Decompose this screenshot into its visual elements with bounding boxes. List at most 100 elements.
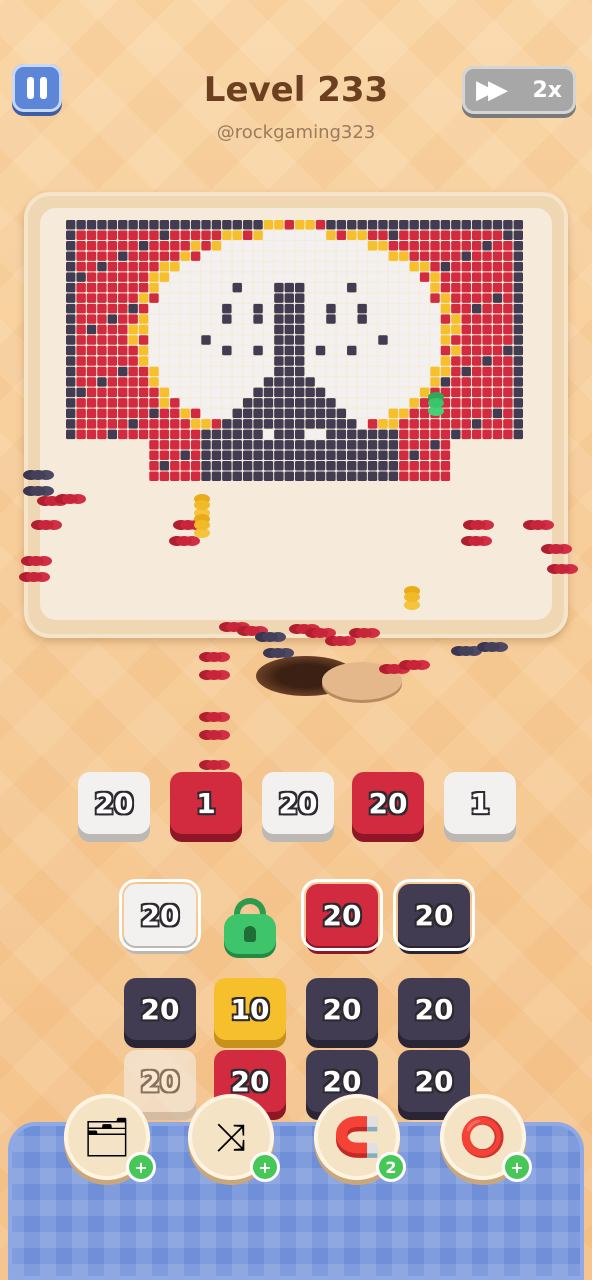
mosaic-pixel: [180, 220, 190, 230]
queue-tile[interactable]: 1: [170, 772, 242, 834]
mosaic-pixel: [461, 408, 471, 419]
queue-tile[interactable]: 20: [262, 772, 334, 834]
mosaic-pixel: [149, 387, 159, 398]
mosaic-pixel: [430, 387, 440, 398]
mosaic-pixel: [357, 324, 367, 335]
mosaic-pixel: [409, 408, 419, 419]
mosaic-pixel: [149, 314, 159, 324]
mosaic-pixel: [170, 408, 180, 419]
mosaic-pixel: [461, 303, 471, 314]
grid-tile[interactable]: 20: [393, 879, 475, 951]
mosaic-pixel: [409, 251, 419, 261]
mosaic-pixel: [399, 356, 409, 366]
mosaic-pixel: [274, 461, 284, 471]
mosaic-pixel: [419, 272, 430, 282]
speed-button[interactable]: ▶▶ 2x: [462, 66, 576, 114]
mosaic-pixel: [128, 356, 138, 366]
grid-tile[interactable]: 10: [214, 978, 286, 1040]
mosaic-pixel: [128, 345, 138, 356]
mosaic-pixel: [305, 230, 315, 240]
queue-tile[interactable]: 1: [444, 772, 516, 834]
mosaic-pixel: [347, 366, 357, 377]
mosaic-pixel: [107, 251, 118, 261]
mosaic-pixel: [315, 345, 326, 356]
grid-tile[interactable]: 20: [124, 1050, 196, 1112]
mosaic-pixel: [513, 429, 523, 440]
mosaic-pixel: [128, 220, 138, 230]
mosaic-pixel: [388, 314, 399, 324]
mosaic-pixel: [232, 450, 242, 461]
locked-slot[interactable]: [222, 898, 278, 954]
mosaic-pixel: [451, 314, 461, 324]
mosaic-pixel: [492, 408, 503, 419]
mosaic-pixel: [419, 461, 430, 471]
mosaic-pixel: [430, 314, 440, 324]
mosaic-pixel: [211, 303, 222, 314]
mosaic-pixel: [471, 408, 482, 419]
grid-tile[interactable]: 20: [306, 978, 378, 1040]
grid-tile[interactable]: 20: [119, 879, 201, 951]
mosaic-pixel: [305, 220, 315, 230]
mosaic-pixel: [107, 356, 118, 366]
mosaic-pixel: [222, 272, 232, 282]
mosaic-pixel: [367, 335, 378, 345]
dark-ant: [262, 632, 278, 642]
queue-tile[interactable]: 20: [352, 772, 424, 834]
mosaic-pixel: [76, 324, 86, 335]
red-ant: [296, 624, 312, 634]
mosaic-pixel: [503, 366, 513, 377]
mosaic-pixel: [159, 471, 170, 481]
grid-tile[interactable]: 20: [124, 978, 196, 1040]
queue-tile[interactable]: 20: [78, 772, 150, 834]
mosaic-pixel: [315, 293, 326, 303]
grid-tile[interactable]: 20: [301, 879, 383, 951]
mosaic-pixel: [190, 282, 201, 293]
mosaic-pixel: [513, 408, 523, 419]
red-ant: [176, 536, 192, 546]
red-ant: [206, 760, 222, 770]
dark-ant: [30, 486, 46, 496]
mosaic-pixel: [138, 356, 149, 366]
mosaic-pixel: [399, 408, 409, 419]
mosaic-pixel: [242, 387, 253, 398]
mosaic-pixel: [409, 303, 419, 314]
grid-tile[interactable]: 20: [398, 978, 470, 1040]
mosaic-pixel: [211, 461, 222, 471]
mosaic-pixel: [305, 377, 315, 387]
red-ant: [244, 626, 260, 636]
mosaic-pixel: [378, 293, 388, 303]
mosaic-pixel: [76, 387, 86, 398]
mosaic-pixel: [86, 251, 97, 261]
mosaic-pixel: [232, 230, 242, 240]
mosaic-pixel: [388, 398, 399, 408]
mosaic-pixel: [170, 335, 180, 345]
mosaic-pixel: [180, 335, 190, 345]
mosaic-pixel: [86, 324, 97, 335]
mosaic-pixel: [357, 272, 367, 282]
mosaic-pixel: [451, 251, 461, 261]
mosaic-pixel: [253, 282, 263, 293]
mosaic-pixel: [284, 398, 294, 408]
mosaic-pixel: [367, 220, 378, 230]
mosaic-pixel: [347, 440, 357, 450]
mosaic-pixel: [492, 220, 503, 230]
mosaic-pixel: [201, 419, 211, 429]
mosaic-pixel: [97, 314, 107, 324]
mosaic-pixel: [367, 272, 378, 282]
mosaic-pixel: [451, 240, 461, 251]
mosaic-pixel: [201, 429, 211, 440]
mosaic-pixel: [357, 293, 367, 303]
mosaic-pixel: [305, 366, 315, 377]
mosaic-pixel: [409, 240, 419, 251]
mosaic-pixel: [482, 324, 492, 335]
mosaic-pixel: [315, 303, 326, 314]
mosaic-pixel: [263, 240, 274, 251]
mosaic-pixel: [211, 345, 222, 356]
mosaic-pixel: [357, 429, 367, 440]
mosaic-pixel: [274, 230, 284, 240]
mosaic-pixel: [326, 440, 336, 450]
mosaic-pixel: [284, 461, 294, 471]
mosaic-pixel: [201, 398, 211, 408]
mosaic-pixel: [86, 314, 97, 324]
mosaic-pixel: [388, 335, 399, 345]
